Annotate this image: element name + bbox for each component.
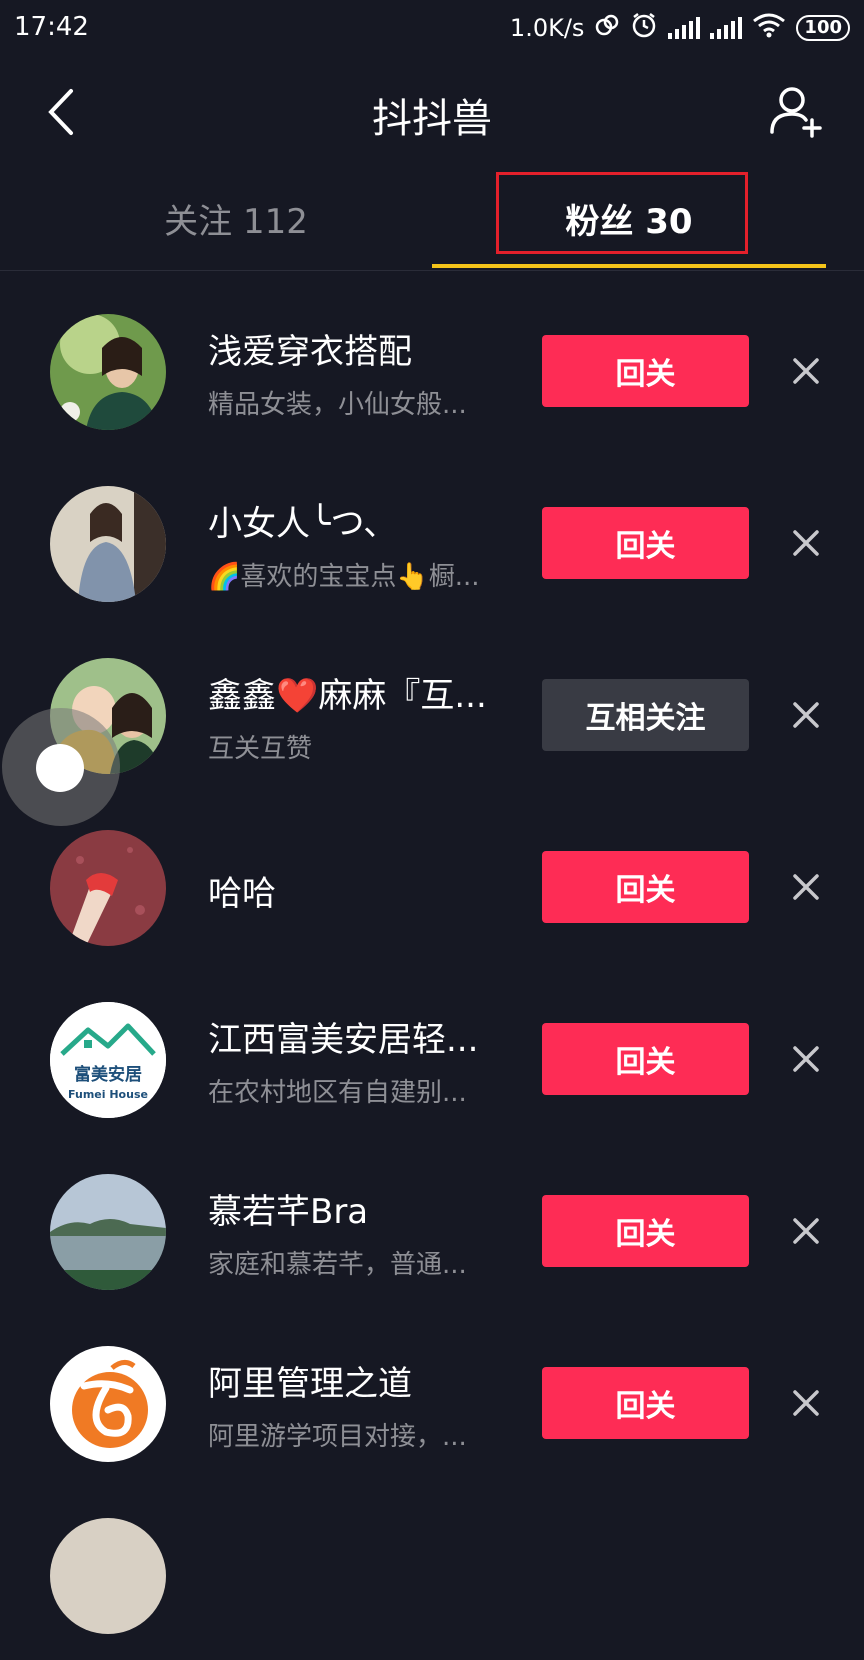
mutual-follow-button[interactable]: 互相关注	[542, 679, 749, 751]
follow-back-button[interactable]: 回关	[542, 507, 749, 579]
follow-back-button[interactable]: 回关	[542, 1367, 749, 1439]
avatar[interactable]	[50, 1346, 166, 1462]
fan-name: 鑫鑫❤️麻麻『互...	[208, 676, 487, 716]
list-item[interactable]: 鑫鑫❤️麻麻『互... 互关互赞 互相关注	[0, 628, 864, 800]
logo-text: 富美安居	[74, 1064, 142, 1085]
follow-back-button[interactable]: 回关	[542, 1195, 749, 1267]
alarm-icon	[630, 11, 658, 45]
floating-assistive-ball[interactable]	[2, 708, 120, 826]
list-item[interactable]: 小女人╰つ、 🌈喜欢的宝宝点👆橱... 回关	[0, 456, 864, 628]
list-item[interactable]	[0, 1488, 864, 1660]
follow-back-button[interactable]: 回关	[542, 335, 749, 407]
fan-desc: 🌈喜欢的宝宝点👆橱...	[208, 562, 480, 592]
tab-indicator	[432, 264, 826, 268]
close-icon	[793, 874, 819, 900]
fan-name: 浅爱穿衣搭配	[208, 332, 412, 372]
avatar[interactable]: 富美安居 Fumei House	[50, 1002, 166, 1118]
avatar[interactable]	[50, 1174, 166, 1290]
highlight-box	[496, 172, 748, 254]
avatar[interactable]	[50, 1518, 166, 1634]
fan-desc: 家庭和慕若芊，普通...	[208, 1250, 467, 1280]
list-item[interactable]: 浅爱穿衣搭配 精品女装，小仙女般... 回关	[0, 284, 864, 456]
fan-desc: 互关互赞	[208, 734, 313, 764]
fan-name: 江西富美安居轻...	[208, 1020, 479, 1060]
header: 抖抖兽	[0, 64, 864, 160]
avatar[interactable]	[50, 314, 166, 430]
network-speed: 1.0K/s	[509, 14, 585, 42]
remove-button[interactable]	[786, 695, 826, 735]
status-time: 17:42	[14, 12, 89, 42]
fan-name: 慕若芊Bra	[208, 1192, 369, 1232]
tab-following[interactable]: 关注 112	[36, 170, 436, 266]
fan-desc: 阿里游学项目对接，...	[208, 1422, 467, 1452]
list-item[interactable]: 哈哈 回关	[0, 800, 864, 972]
list-item[interactable]: 慕若芊Bra 家庭和慕若芊，普通... 回关	[0, 1144, 864, 1316]
close-icon	[793, 1390, 819, 1416]
list-item[interactable]: 阿里管理之道 阿里游学项目对接，... 回关	[0, 1316, 864, 1488]
status-icons: 1.0K/s 100	[510, 12, 850, 44]
close-icon	[793, 702, 819, 728]
fan-name: 小女人╰つ、	[208, 504, 398, 544]
remove-button[interactable]	[786, 1039, 826, 1079]
follow-back-button[interactable]: 回关	[542, 1023, 749, 1095]
remove-button[interactable]	[786, 1383, 826, 1423]
signal-icon	[710, 17, 743, 39]
remove-button[interactable]	[786, 1211, 826, 1251]
wifi-icon	[752, 12, 786, 44]
close-icon	[793, 530, 819, 556]
fan-desc: 精品女装，小仙女般...	[208, 390, 467, 420]
link-icon	[594, 12, 620, 44]
battery-icon: 100	[796, 15, 850, 41]
add-user-icon	[770, 87, 822, 138]
remove-button[interactable]	[786, 867, 826, 907]
fan-desc: 在农村地区有自建别...	[208, 1078, 467, 1108]
remove-button[interactable]	[786, 523, 826, 563]
add-friend-button[interactable]	[768, 82, 828, 142]
logo-subtext: Fumei House	[68, 1088, 148, 1101]
fan-name: 哈哈	[208, 874, 276, 914]
follow-back-button[interactable]: 回关	[542, 851, 749, 923]
avatar[interactable]	[50, 486, 166, 602]
close-icon	[793, 1218, 819, 1244]
hd-signal-icon	[668, 17, 701, 39]
close-icon	[793, 358, 819, 384]
avatar[interactable]	[50, 830, 166, 946]
floating-ball-dot	[36, 744, 84, 792]
status-bar: 17:42 1.0K/s 100	[0, 0, 864, 56]
fan-name: 阿里管理之道	[208, 1364, 412, 1404]
close-icon	[793, 1046, 819, 1072]
page-title: 抖抖兽	[372, 96, 492, 142]
remove-button[interactable]	[786, 351, 826, 391]
list-item[interactable]: 富美安居 Fumei House 江西富美安居轻... 在农村地区有自建别...…	[0, 972, 864, 1144]
